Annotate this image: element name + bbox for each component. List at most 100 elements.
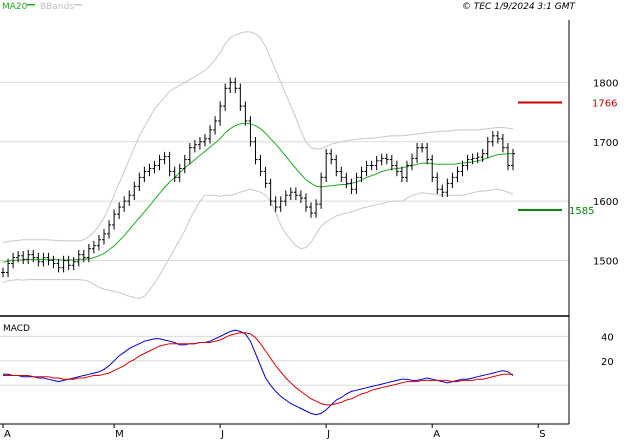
price-bar xyxy=(334,154,339,177)
price-y-tick-label: 1600 xyxy=(593,197,618,208)
price-bar xyxy=(354,172,359,195)
x-axis-labels: AMJJAS xyxy=(2,424,546,440)
price-bar xyxy=(107,220,112,239)
price-bar xyxy=(172,166,177,183)
price-bar xyxy=(238,83,243,111)
price-bar xyxy=(26,249,31,265)
price-bar xyxy=(263,166,268,189)
price-bar xyxy=(435,172,440,195)
price-bar xyxy=(420,142,425,153)
x-axis-label: J xyxy=(220,429,224,440)
x-axis-label: A xyxy=(4,429,11,440)
upper-bollinger-band xyxy=(2,31,514,244)
price-bar xyxy=(71,256,76,271)
macd-title: MACD xyxy=(3,324,30,334)
price-bar xyxy=(213,116,218,135)
ma20-line xyxy=(2,122,513,263)
price-bar xyxy=(127,190,132,206)
price-bar xyxy=(202,134,207,147)
price-bar xyxy=(369,160,374,171)
price-bar xyxy=(162,151,167,165)
resistance-label: 1766 xyxy=(592,99,617,110)
price-bar xyxy=(66,255,71,271)
price-bar xyxy=(500,134,505,153)
price-bar xyxy=(445,178,450,197)
price-bar xyxy=(415,142,420,164)
price-bar xyxy=(319,172,324,209)
price-bar xyxy=(117,202,122,219)
price-bar xyxy=(258,154,263,177)
price-gridlines xyxy=(0,81,569,262)
x-axis-label: A xyxy=(433,429,440,440)
legend-bb-swatch xyxy=(74,4,82,6)
price-bar xyxy=(384,153,389,165)
price-bar xyxy=(147,163,152,177)
price-bar xyxy=(167,151,172,177)
price-bar xyxy=(122,196,127,212)
legend-ma-label: MA20 xyxy=(2,2,28,12)
price-bar xyxy=(76,249,81,267)
price-bar xyxy=(152,160,157,174)
price-y-tick-label: 1700 xyxy=(593,138,618,149)
price-bar xyxy=(132,181,137,200)
price-bar xyxy=(223,83,228,111)
price-bar xyxy=(450,172,455,189)
x-axis-label: J xyxy=(326,429,330,440)
price-bar xyxy=(359,166,364,183)
price-bar xyxy=(404,160,409,183)
price-bar xyxy=(177,163,182,183)
price-bar xyxy=(86,243,91,263)
copyright-text: © TEC 1/9/2024 3:1 GMT xyxy=(462,2,577,12)
price-bar xyxy=(253,137,258,165)
price-bar xyxy=(389,154,394,171)
price-bar xyxy=(324,148,329,183)
price-bar xyxy=(399,166,404,183)
price-bar xyxy=(309,202,314,218)
price-bar xyxy=(218,101,223,126)
support-label: 1585 xyxy=(569,206,594,217)
price-bar xyxy=(208,125,213,144)
price-bar xyxy=(329,148,334,165)
lower-bollinger-band xyxy=(2,188,514,300)
price-y-tick-label: 1800 xyxy=(593,78,618,89)
price-bar xyxy=(91,240,96,254)
price-bar xyxy=(157,154,162,171)
price-bar xyxy=(470,153,475,165)
price-bar xyxy=(96,235,101,251)
price-bar xyxy=(21,251,26,265)
price-bar xyxy=(490,131,495,147)
price-bar xyxy=(339,166,344,183)
chart-canvas: MA20 BBands © TEC 1/9/2024 3:1 GMT 15001… xyxy=(0,2,618,440)
price-bar xyxy=(485,137,490,159)
price-bar xyxy=(187,142,192,165)
price-bar xyxy=(61,255,66,273)
price-bar xyxy=(278,196,283,212)
price-bar xyxy=(314,199,319,218)
price-bar xyxy=(182,154,187,174)
price-bar xyxy=(344,172,349,189)
price-bar xyxy=(112,209,117,230)
price-bar xyxy=(1,267,5,278)
legend-ma-swatch xyxy=(27,4,35,6)
price-bar xyxy=(374,156,379,171)
price-bar xyxy=(197,137,202,150)
x-axis-label: S xyxy=(539,429,545,440)
price-bar xyxy=(455,166,460,183)
price-bar xyxy=(101,229,106,245)
macd-y-tick-labels: 2040 xyxy=(601,332,614,367)
price-bar xyxy=(425,142,430,165)
price-bars xyxy=(1,77,515,278)
price-bar xyxy=(293,187,298,200)
price-bar xyxy=(243,101,248,126)
price-bar xyxy=(349,178,354,195)
price-bar xyxy=(430,154,435,183)
macd-line xyxy=(3,329,514,416)
price-y-tick-label: 1500 xyxy=(593,257,618,268)
price-bar xyxy=(379,153,384,166)
price-bar xyxy=(410,153,415,171)
x-axis-label: M xyxy=(115,429,124,440)
price-panel: 1500 1600 1700 1800 1766 1585 xyxy=(0,31,618,300)
header: MA20 BBands © TEC 1/9/2024 3:1 GMT xyxy=(2,2,576,12)
price-bar xyxy=(288,187,293,200)
price-bar xyxy=(137,172,142,192)
